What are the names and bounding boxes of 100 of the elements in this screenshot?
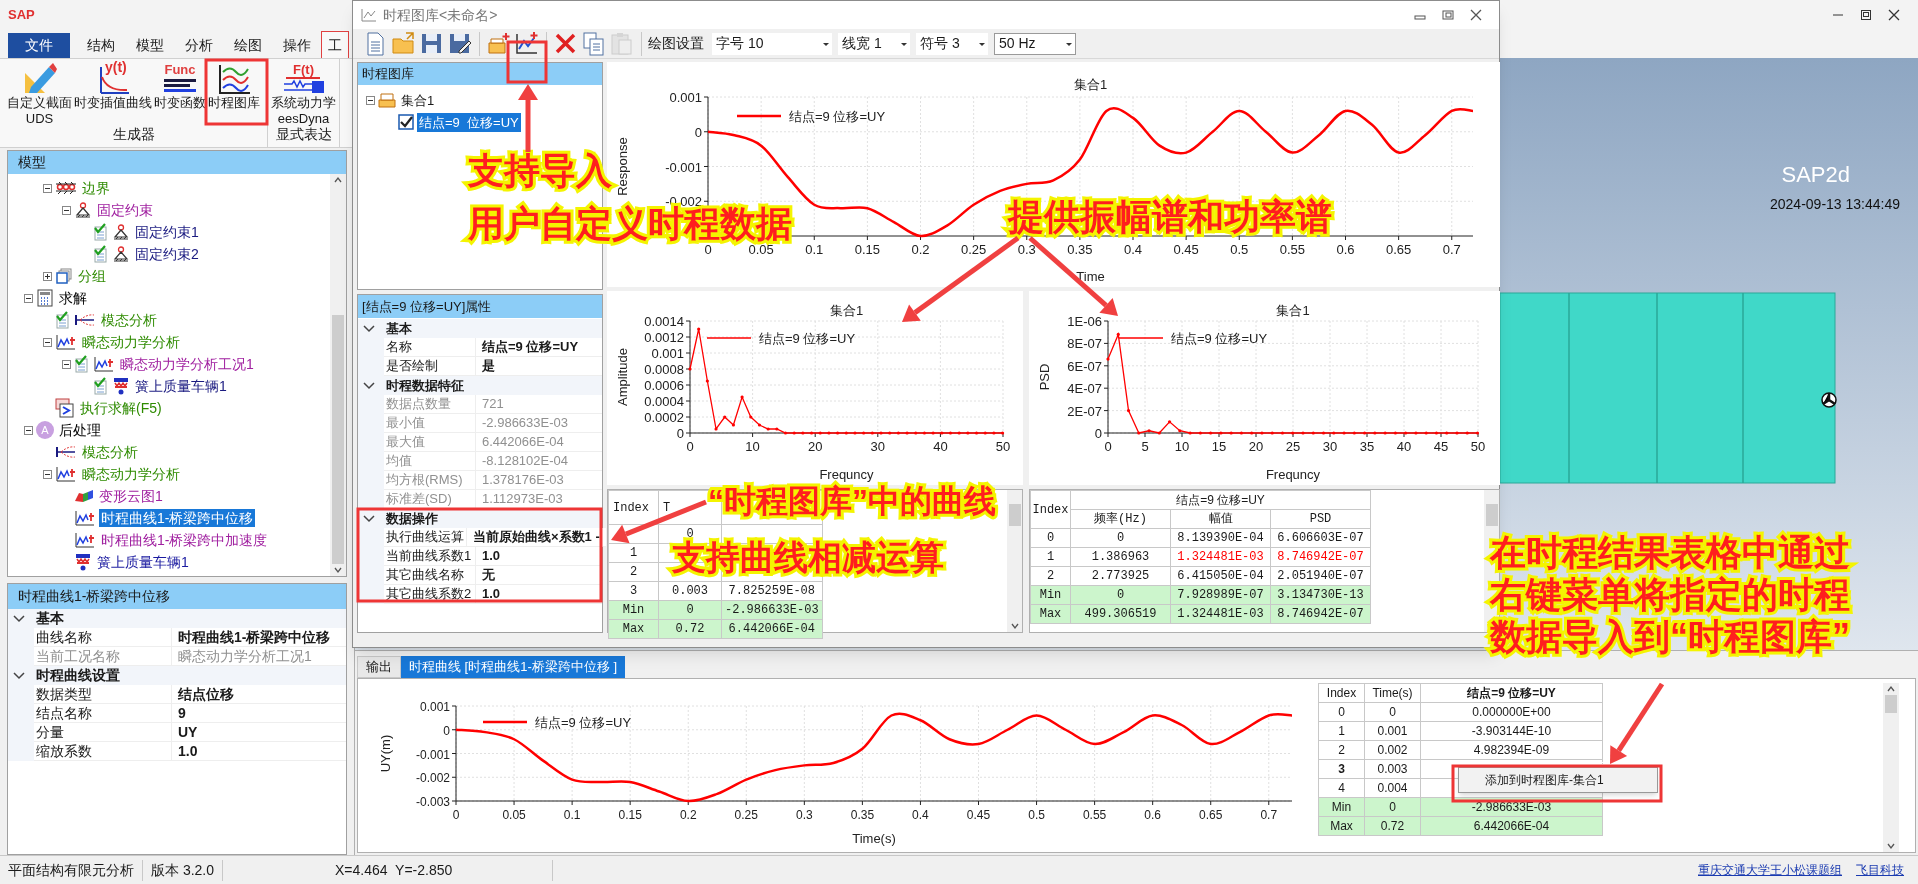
ribbon-tab[interactable]: 结构: [76, 33, 125, 58]
column-header[interactable]: 幅值: [1170, 509, 1271, 529]
tree-item[interactable]: 时程曲线1-桥梁跨中位移: [99, 509, 256, 527]
property-value[interactable]: 无: [476, 566, 602, 585]
maximize-icon[interactable]: [1860, 9, 1872, 21]
ribbon-button[interactable]: y(t) 时变插值曲线: [73, 63, 153, 127]
ribbon-button[interactable]: 时程图库: [207, 63, 261, 127]
checked-checkbox-icon[interactable]: [93, 377, 109, 395]
column-header[interactable]: T: [663, 501, 671, 515]
collapse-icon[interactable]: [62, 205, 71, 215]
tree-item[interactable]: 时程曲线1-桥梁跨中加速度: [99, 531, 270, 549]
property-value: -8.128102E-04: [476, 452, 602, 471]
collapse-icon[interactable]: [24, 293, 33, 303]
property-value[interactable]: 是: [476, 357, 602, 376]
checked-checkbox-icon[interactable]: [93, 245, 109, 263]
property-value[interactable]: 1.0: [476, 547, 602, 566]
scrollbar-thumb[interactable]: [1008, 504, 1021, 526]
ribbon-tab[interactable]: 绘图: [223, 33, 272, 58]
ribbon-tab[interactable]: 工: [321, 31, 349, 58]
tree-item[interactable]: 固定约束1: [133, 223, 201, 241]
tree-item[interactable]: 集合1: [399, 90, 437, 110]
tree-item[interactable]: 固定约束2: [133, 245, 201, 263]
ribbon-tab[interactable]: 分析: [174, 33, 223, 58]
tree-item[interactable]: 簧上质量车辆1: [133, 377, 229, 395]
link[interactable]: 飞目科技: [1856, 861, 1904, 879]
dropdown[interactable]: 线宽 1: [838, 32, 910, 55]
axis-label: PSD: [1037, 363, 1052, 391]
close-icon[interactable]: [1888, 9, 1900, 21]
arrow: [518, 84, 538, 152]
property-value[interactable]: 结点=9 位移=UY: [476, 338, 602, 357]
tree-item[interactable]: 模态分析: [99, 311, 159, 329]
add-chart-icon[interactable]: [514, 30, 540, 57]
tree-item[interactable]: 瞬态动力学分析工况1: [118, 355, 256, 373]
property-value[interactable]: 9: [172, 704, 346, 723]
tree-item[interactable]: 分组: [76, 267, 108, 285]
collapse-icon[interactable]: [43, 183, 52, 193]
link[interactable]: 重庆交通大学王小松课题组: [1698, 861, 1842, 879]
checked-checkbox-icon[interactable]: [398, 114, 414, 130]
property-value[interactable]: UY: [172, 723, 346, 742]
scrollbar[interactable]: [1007, 490, 1022, 632]
data-point: [714, 427, 718, 431]
tree-item[interactable]: 簧上质量车辆1: [95, 553, 191, 571]
property-value[interactable]: 结点位移: [172, 685, 346, 704]
column-header[interactable]: Index: [1318, 683, 1365, 703]
property-value[interactable]: 1.0: [172, 742, 346, 761]
tick-label: 0: [1094, 426, 1102, 441]
collapse-icon[interactable]: [43, 337, 52, 347]
tree-item[interactable]: 瞬态动力学分析: [80, 333, 182, 351]
column-header[interactable]: Time(s): [1364, 683, 1421, 703]
column-header[interactable]: 频率(Hz): [1070, 509, 1171, 529]
legend-label: 结点=9 位移=UY: [759, 331, 856, 346]
data-point: [1250, 431, 1254, 435]
tree-item[interactable]: 执行求解(F5): [78, 399, 164, 417]
ribbon-button[interactable]: 自定义截面 UDS: [6, 63, 73, 127]
tick-label: 50: [995, 439, 1011, 454]
scrollbar[interactable]: [1883, 683, 1899, 852]
ribbon-button[interactable]: F(t) 系统动力学 eesDyna: [270, 63, 337, 127]
tree-item[interactable]: 求解: [57, 289, 89, 307]
property-value[interactable]: 当前原始曲线×系数1 -: [467, 528, 606, 547]
checked-checkbox-icon[interactable]: [74, 355, 90, 373]
collapse-icon[interactable]: [24, 425, 33, 435]
add-set-icon[interactable]: [486, 30, 512, 57]
data-point: [931, 431, 935, 435]
ribbon-tab[interactable]: 文件: [8, 33, 70, 58]
restore-icon[interactable]: [1441, 9, 1455, 21]
scrollbar-thumb[interactable]: [1485, 504, 1498, 526]
tree-item[interactable]: 边界: [80, 179, 112, 197]
data-point: [1434, 431, 1439, 435]
ribbon-button[interactable]: Func 时变函数: [153, 63, 207, 127]
scrollbar-thumb[interactable]: [332, 315, 344, 564]
tree-item[interactable]: 变形云图1: [97, 487, 165, 505]
legend-line-icon: [737, 114, 781, 118]
tab[interactable]: 时程曲线 [时程曲线1-桥梁跨中位移 ]: [401, 656, 625, 678]
checked-checkbox-icon[interactable]: [93, 223, 109, 241]
checked-checkbox-icon[interactable]: [55, 311, 71, 329]
column-header[interactable]: Index: [1030, 490, 1071, 529]
collapse-icon[interactable]: [366, 95, 375, 105]
ribbon-tab[interactable]: 模型: [125, 33, 174, 58]
scrollbar[interactable]: [330, 174, 346, 576]
dropdown[interactable]: 50 Hz: [994, 32, 1076, 55]
tab[interactable]: 输出: [357, 656, 401, 678]
property-value[interactable]: 时程曲线1-桥梁跨中位移: [172, 628, 346, 647]
expand-icon[interactable]: [43, 271, 52, 281]
callout-text: 右键菜单将指定的时程: [1490, 576, 1850, 614]
tick-label: 0.65: [1199, 808, 1223, 822]
column-header[interactable]: 结点=9 位移=UY: [1420, 683, 1603, 703]
ribbon-tab[interactable]: 操作: [272, 33, 321, 58]
tick-label: 50: [1470, 439, 1486, 454]
close-icon[interactable]: [1469, 9, 1483, 21]
tree-item[interactable]: 固定约束: [95, 201, 155, 219]
tree-item[interactable]: 瞬态动力学分析: [80, 465, 182, 483]
column-header[interactable]: PSD: [1270, 509, 1371, 529]
dropdown[interactable]: 字号 10: [712, 32, 832, 55]
tree-item[interactable]: 结点=9 位移=UY: [417, 112, 521, 132]
tree-item[interactable]: 模态分析: [80, 443, 140, 461]
collapse-icon[interactable]: [43, 469, 52, 479]
tree-item[interactable]: 后处理: [57, 421, 103, 439]
collapse-icon[interactable]: [62, 359, 71, 369]
scrollbar-thumb[interactable]: [1885, 695, 1897, 713]
dropdown[interactable]: 符号 3: [916, 32, 988, 55]
